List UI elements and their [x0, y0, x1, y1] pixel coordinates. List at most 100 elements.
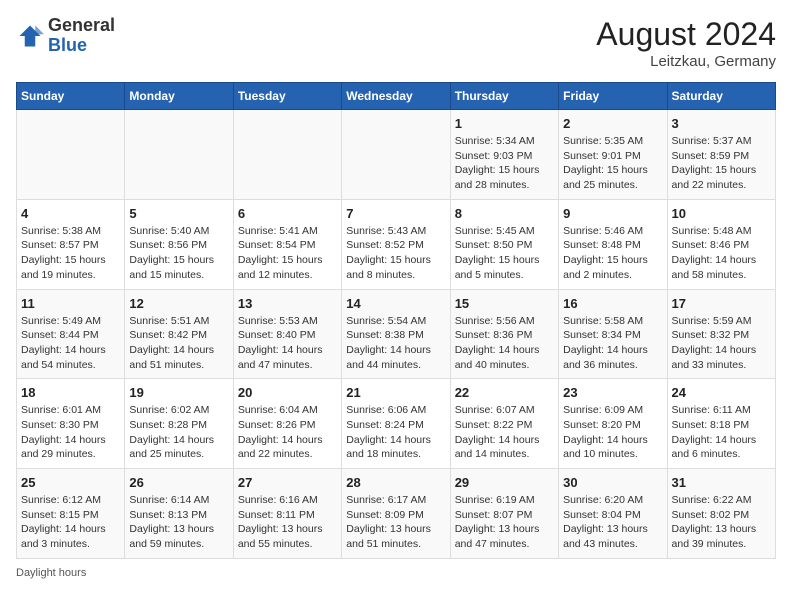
- day-cell: 5 Sunrise: 5:40 AM Sunset: 8:56 PM Daylig…: [125, 199, 233, 289]
- day-number: 20: [238, 385, 337, 400]
- day-info: Sunrise: 5:54 AM Sunset: 8:38 PM Dayligh…: [346, 314, 445, 373]
- day-info: Sunrise: 6:22 AM Sunset: 8:02 PM Dayligh…: [672, 493, 771, 552]
- day-info: Sunrise: 5:37 AM Sunset: 8:59 PM Dayligh…: [672, 134, 771, 193]
- day-info: Sunrise: 5:53 AM Sunset: 8:40 PM Dayligh…: [238, 314, 337, 373]
- week-row-2: 4 Sunrise: 5:38 AM Sunset: 8:57 PM Daylig…: [17, 199, 776, 289]
- day-cell: 3 Sunrise: 5:37 AM Sunset: 8:59 PM Daylig…: [667, 110, 775, 200]
- day-cell: 26 Sunrise: 6:14 AM Sunset: 8:13 PM Dayli…: [125, 469, 233, 559]
- day-number: 2: [563, 116, 662, 131]
- day-info: Sunrise: 6:07 AM Sunset: 8:22 PM Dayligh…: [455, 403, 554, 462]
- day-cell: 15Sunrise: 5:56 AM Sunset: 8:36 PM Dayli…: [450, 289, 558, 379]
- day-info: Sunrise: 6:17 AM Sunset: 8:09 PM Dayligh…: [346, 493, 445, 552]
- day-info: Sunrise: 6:01 AM Sunset: 8:30 PM Dayligh…: [21, 403, 120, 462]
- day-number: 3: [672, 116, 771, 131]
- day-cell: 29 Sunrise: 6:19 AM Sunset: 8:07 PM Dayli…: [450, 469, 558, 559]
- day-number: 7: [346, 206, 445, 221]
- logo: General Blue: [16, 16, 115, 56]
- day-number: 24: [672, 385, 771, 400]
- day-cell: 9 Sunrise: 5:46 AM Sunset: 8:48 PM Daylig…: [559, 199, 667, 289]
- day-number: 12: [129, 296, 228, 311]
- day-info: Sunrise: 5:59 AM Sunset: 8:32 PM Dayligh…: [672, 314, 771, 373]
- day-info: Sunrise: 6:19 AM Sunset: 8:07 PM Dayligh…: [455, 493, 554, 552]
- day-number: 11: [21, 296, 120, 311]
- day-cell: 21Sunrise: 6:06 AM Sunset: 8:24 PM Dayli…: [342, 379, 450, 469]
- day-cell: 13 Sunrise: 5:53 AM Sunset: 8:40 PM Dayli…: [233, 289, 341, 379]
- day-info: Sunrise: 5:49 AM Sunset: 8:44 PM Dayligh…: [21, 314, 120, 373]
- day-number: 10: [672, 206, 771, 221]
- day-number: 23: [563, 385, 662, 400]
- day-number: 1: [455, 116, 554, 131]
- location: Leitzkau, Germany: [596, 53, 776, 70]
- day-info: Sunrise: 5:40 AM Sunset: 8:56 PM Dayligh…: [129, 224, 228, 283]
- day-number: 17: [672, 296, 771, 311]
- day-number: 29: [455, 475, 554, 490]
- day-number: 8: [455, 206, 554, 221]
- day-info: Sunrise: 5:34 AM Sunset: 9:03 PM Dayligh…: [455, 134, 554, 193]
- day-cell: [125, 110, 233, 200]
- day-number: 27: [238, 475, 337, 490]
- logo-text: General Blue: [48, 16, 115, 56]
- day-cell: 19Sunrise: 6:02 AM Sunset: 8:28 PM Dayli…: [125, 379, 233, 469]
- day-number: 31: [672, 475, 771, 490]
- day-cell: 23Sunrise: 6:09 AM Sunset: 8:20 PM Dayli…: [559, 379, 667, 469]
- day-number: 4: [21, 206, 120, 221]
- day-header-sunday: Sunday: [17, 83, 125, 110]
- day-cell: [233, 110, 341, 200]
- day-header-saturday: Saturday: [667, 83, 775, 110]
- day-number: 25: [21, 475, 120, 490]
- day-cell: 16 Sunrise: 5:58 AM Sunset: 8:34 PM Dayli…: [559, 289, 667, 379]
- day-cell: 20 Sunrise: 6:04 AM Sunset: 8:26 PM Dayli…: [233, 379, 341, 469]
- day-cell: 12 Sunrise: 5:51 AM Sunset: 8:42 PM Dayli…: [125, 289, 233, 379]
- day-number: 9: [563, 206, 662, 221]
- day-info: Sunrise: 5:38 AM Sunset: 8:57 PM Dayligh…: [21, 224, 120, 283]
- calendar-table: SundayMondayTuesdayWednesdayThursdayFrid…: [16, 82, 776, 559]
- day-cell: 17 Sunrise: 5:59 AM Sunset: 8:32 PM Dayli…: [667, 289, 775, 379]
- day-cell: 10 Sunrise: 5:48 AM Sunset: 8:46 PM Dayli…: [667, 199, 775, 289]
- day-number: 13: [238, 296, 337, 311]
- day-cell: 25 Sunrise: 6:12 AM Sunset: 8:15 PM Dayli…: [17, 469, 125, 559]
- day-info: Sunrise: 5:45 AM Sunset: 8:50 PM Dayligh…: [455, 224, 554, 283]
- day-cell: 24Sunrise: 6:11 AM Sunset: 8:18 PM Dayli…: [667, 379, 775, 469]
- week-row-3: 11 Sunrise: 5:49 AM Sunset: 8:44 PM Dayli…: [17, 289, 776, 379]
- day-cell: [17, 110, 125, 200]
- day-cell: 18Sunrise: 6:01 AM Sunset: 8:30 PM Dayli…: [17, 379, 125, 469]
- day-cell: [342, 110, 450, 200]
- header-row: SundayMondayTuesdayWednesdayThursdayFrid…: [17, 83, 776, 110]
- daylight-note: Daylight hours: [16, 567, 776, 579]
- day-cell: 27 Sunrise: 6:16 AM Sunset: 8:11 PM Dayli…: [233, 469, 341, 559]
- day-cell: 30Sunrise: 6:20 AM Sunset: 8:04 PM Dayli…: [559, 469, 667, 559]
- day-cell: 2Sunrise: 5:35 AM Sunset: 9:01 PM Daylig…: [559, 110, 667, 200]
- day-info: Sunrise: 6:04 AM Sunset: 8:26 PM Dayligh…: [238, 403, 337, 462]
- logo-icon: [16, 22, 44, 50]
- week-row-1: 1 Sunrise: 5:34 AM Sunset: 9:03 PM Daylig…: [17, 110, 776, 200]
- day-info: Sunrise: 6:14 AM Sunset: 8:13 PM Dayligh…: [129, 493, 228, 552]
- day-info: Sunrise: 6:12 AM Sunset: 8:15 PM Dayligh…: [21, 493, 120, 552]
- day-header-friday: Friday: [559, 83, 667, 110]
- day-cell: 14 Sunrise: 5:54 AM Sunset: 8:38 PM Dayli…: [342, 289, 450, 379]
- day-info: Sunrise: 5:58 AM Sunset: 8:34 PM Dayligh…: [563, 314, 662, 373]
- title-block: August 2024 Leitzkau, Germany: [596, 16, 776, 70]
- day-number: 14: [346, 296, 445, 311]
- day-number: 26: [129, 475, 228, 490]
- day-number: 19: [129, 385, 228, 400]
- month-year: August 2024: [596, 16, 776, 53]
- day-info: Sunrise: 6:16 AM Sunset: 8:11 PM Dayligh…: [238, 493, 337, 552]
- day-cell: 8 Sunrise: 5:45 AM Sunset: 8:50 PM Daylig…: [450, 199, 558, 289]
- day-cell: 22Sunrise: 6:07 AM Sunset: 8:22 PM Dayli…: [450, 379, 558, 469]
- day-number: 16: [563, 296, 662, 311]
- day-number: 6: [238, 206, 337, 221]
- day-info: Sunrise: 6:06 AM Sunset: 8:24 PM Dayligh…: [346, 403, 445, 462]
- day-info: Sunrise: 5:46 AM Sunset: 8:48 PM Dayligh…: [563, 224, 662, 283]
- page-header: General Blue August 2024 Leitzkau, Germa…: [16, 16, 776, 70]
- day-info: Sunrise: 5:48 AM Sunset: 8:46 PM Dayligh…: [672, 224, 771, 283]
- day-info: Sunrise: 5:51 AM Sunset: 8:42 PM Dayligh…: [129, 314, 228, 373]
- day-cell: 11 Sunrise: 5:49 AM Sunset: 8:44 PM Dayli…: [17, 289, 125, 379]
- day-cell: 7Sunrise: 5:43 AM Sunset: 8:52 PM Daylig…: [342, 199, 450, 289]
- day-info: Sunrise: 6:20 AM Sunset: 8:04 PM Dayligh…: [563, 493, 662, 552]
- day-number: 5: [129, 206, 228, 221]
- day-header-thursday: Thursday: [450, 83, 558, 110]
- day-cell: 1 Sunrise: 5:34 AM Sunset: 9:03 PM Daylig…: [450, 110, 558, 200]
- day-number: 28: [346, 475, 445, 490]
- day-info: Sunrise: 5:41 AM Sunset: 8:54 PM Dayligh…: [238, 224, 337, 283]
- week-row-5: 25 Sunrise: 6:12 AM Sunset: 8:15 PM Dayli…: [17, 469, 776, 559]
